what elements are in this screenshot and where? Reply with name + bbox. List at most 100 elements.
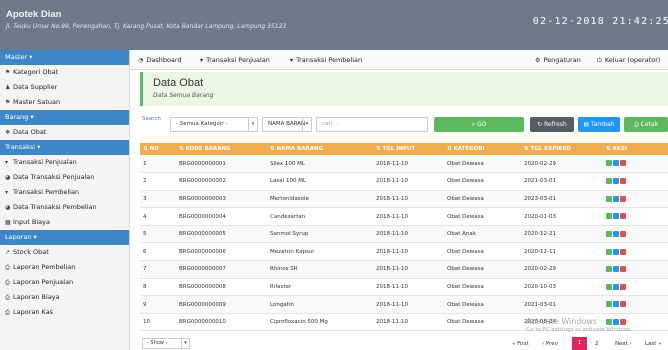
table-row: 8 BRG0000000008 Rifaster 2018-11-10 Obat… [140, 278, 668, 297]
trash-icon[interactable] [620, 283, 626, 290]
pagination-prev[interactable]: ‹ Prev [542, 341, 558, 347]
sidebar-item-laporan-kas[interactable]: ⎙ Laporan Kas [0, 305, 129, 320]
pagination-next[interactable]: Next › [615, 341, 632, 347]
column-header[interactable]: ⇅ KODE BARANG [176, 143, 267, 155]
trash-icon[interactable] [620, 230, 626, 237]
kategori-select[interactable]: - Semua Kategori - ▾ [170, 117, 258, 132]
sidebar-section-laporan[interactable]: Laporan ▾ [0, 230, 129, 245]
nav-pengaturan[interactable]: ⚙ Pengaturan [535, 56, 581, 64]
list-icon[interactable] [606, 213, 612, 220]
sort-icon: ⇅ [270, 146, 275, 152]
print-icon: ⎙ [5, 264, 10, 271]
edit-icon[interactable] [613, 266, 619, 273]
sidebar-item-label: Data Supplier [13, 83, 58, 91]
table-header-row: ⇅ NO ⇅ KODE BARANG ⇅ NAMA BARANG ⇅ TGL I… [140, 143, 668, 155]
sidebar-item-laporan-penjualan[interactable]: ⎙ Laporan Penjualan [0, 275, 129, 290]
column-header[interactable]: ⇅ TGL INPUT [373, 143, 444, 155]
table-row: 10 BRG0000000010 Ciprofloxacin 500 Mg 20… [140, 313, 668, 331]
go-button[interactable]: ⌕ GO [434, 117, 524, 132]
list-icon[interactable] [606, 301, 612, 308]
page-header: Data Obat Data Semua Barang [140, 72, 668, 106]
cell-aksi [603, 207, 668, 226]
edit-icon[interactable] [613, 213, 619, 220]
sidebar-item-data-transaksi-penjualan[interactable]: ◕ Data Transaksi Penjualan [0, 170, 129, 185]
sidebar-item-label: Laporan Biaya [13, 293, 60, 301]
cell-kode-barang: BRG0000000008 [176, 278, 267, 297]
nav-dashboard[interactable]: ◔ Dashboard [138, 56, 182, 64]
search-input[interactable]: cari ... [316, 117, 428, 132]
column-header[interactable]: ⇅ TGL EXPIRED [521, 143, 603, 155]
pagination-last[interactable]: Last » [645, 341, 662, 347]
sidebar-item-transaksi-penjualan[interactable]: ▾ Transaksi Penjualan [0, 155, 129, 170]
field-select[interactable]: NAMA BARAN ▾ [262, 117, 312, 132]
edit-icon[interactable] [613, 195, 619, 202]
list-icon[interactable] [606, 160, 612, 167]
list-icon[interactable] [606, 230, 612, 237]
edit-icon[interactable] [613, 248, 619, 255]
trash-icon[interactable] [620, 248, 626, 255]
sidebar-item-data-transaksi-pembelian[interactable]: ◕ Data Transaksi Pembelian [0, 200, 129, 215]
cetak-button[interactable]: ⎙ Cetak [624, 117, 668, 132]
sidebar-item-data-obat[interactable]: ❖ Data Obat [0, 125, 129, 140]
sidebar-item-laporan-pembelian[interactable]: ⎙ Laporan Pembelian [0, 260, 129, 275]
cell-nama-barang: Mezatrin Kapsul [267, 242, 373, 262]
list-icon[interactable] [606, 195, 612, 202]
edit-icon[interactable] [613, 160, 619, 167]
column-header[interactable]: ⇅ NAMA BARANG [267, 143, 373, 155]
nav-transaksi-pembelian[interactable]: ▾ Transaksi Pembelian [290, 56, 362, 64]
refresh-button[interactable]: ↻ Refresh [530, 117, 574, 132]
list-icon[interactable] [606, 178, 612, 185]
cell-tgl-expired: 2020-02-29 [521, 155, 603, 174]
column-header-label: KODE BARANG [185, 146, 231, 152]
list-icon[interactable] [606, 266, 612, 273]
sidebar-item-kategori-obat[interactable]: ⚑ Kategori Obat [0, 65, 129, 80]
sidebar-item-transaksi-pembelian[interactable]: ▾ Transaksi Pembelian [0, 185, 129, 200]
cell-tgl-input: 2018-11-10 [373, 278, 444, 297]
trash-icon[interactable] [620, 213, 626, 220]
pagination-page-1[interactable]: 1 [572, 337, 587, 350]
cell-tgl-input: 2018-11-10 [373, 242, 444, 262]
cell-tgl-input: 2018-11-10 [373, 313, 444, 331]
nav-keluar[interactable]: ⏻ Keluar (operator) [597, 56, 660, 65]
table-row: 5 BRG0000000005 Sanmol Syrup 2018-11-10 … [140, 225, 668, 244]
edit-icon[interactable] [613, 283, 619, 290]
nav-pengaturan-label: Pengaturan [543, 56, 581, 64]
print-icon: ⎙ [5, 279, 10, 286]
sidebar-item-laporan-biaya[interactable]: ⎙ Laporan Biaya [0, 290, 129, 305]
trash-icon[interactable] [620, 195, 626, 202]
trash-icon[interactable] [620, 301, 626, 308]
tambah-button[interactable]: ▤ Tambah [578, 117, 620, 132]
sidebar-section-master[interactable]: Master ▾ [0, 50, 129, 65]
edit-icon[interactable] [613, 178, 619, 185]
list-icon[interactable] [606, 283, 612, 290]
column-header[interactable]: ⇅ NO [140, 143, 176, 155]
print-icon: ⎙ [5, 294, 10, 301]
column-header[interactable]: ⇅ KATEGORI [444, 143, 521, 155]
trash-icon[interactable] [620, 178, 626, 185]
sidebar-item-data-supplier[interactable]: ♟ Data Supplier [0, 80, 129, 95]
list-icon[interactable] [606, 248, 612, 255]
page-size-select[interactable]: - Show - ▾ [142, 338, 190, 349]
edit-icon[interactable] [613, 318, 619, 325]
column-header-label: TGL EXPIRED [530, 146, 571, 152]
sidebar-section-barang[interactable]: Barang ▾ [0, 110, 129, 125]
cell-tgl-expired: 2021-03-01 [521, 295, 603, 314]
edit-icon[interactable] [613, 301, 619, 308]
user-icon: ♟ [5, 84, 11, 91]
pagination-page-2[interactable]: 2 [595, 341, 599, 347]
trash-icon[interactable] [620, 160, 626, 167]
sidebar-item-master-satuan[interactable]: ⚑ Master Satuan [0, 95, 129, 110]
sidebar-section-transaksi[interactable]: Transaksi ▾ [0, 140, 129, 155]
edit-icon[interactable] [613, 230, 619, 237]
cell-nama-barang: Candesartan [267, 207, 373, 226]
nav-transaksi-penjualan[interactable]: ▾ Transaksi Penjualan [200, 56, 270, 64]
cell-tgl-input: 2018-11-10 [373, 225, 444, 244]
sidebar-item-input-biaya[interactable]: ▦ Input Biaya [0, 215, 129, 230]
power-icon: ⏻ [597, 57, 602, 64]
trash-icon[interactable] [620, 318, 626, 325]
list-icon[interactable] [606, 318, 612, 325]
trash-icon[interactable] [620, 266, 626, 273]
pagination-first[interactable]: « First [512, 341, 529, 347]
search-label: Search [142, 116, 161, 122]
sidebar-item-stock-obat[interactable]: ↗ Stock Obat [0, 245, 129, 260]
